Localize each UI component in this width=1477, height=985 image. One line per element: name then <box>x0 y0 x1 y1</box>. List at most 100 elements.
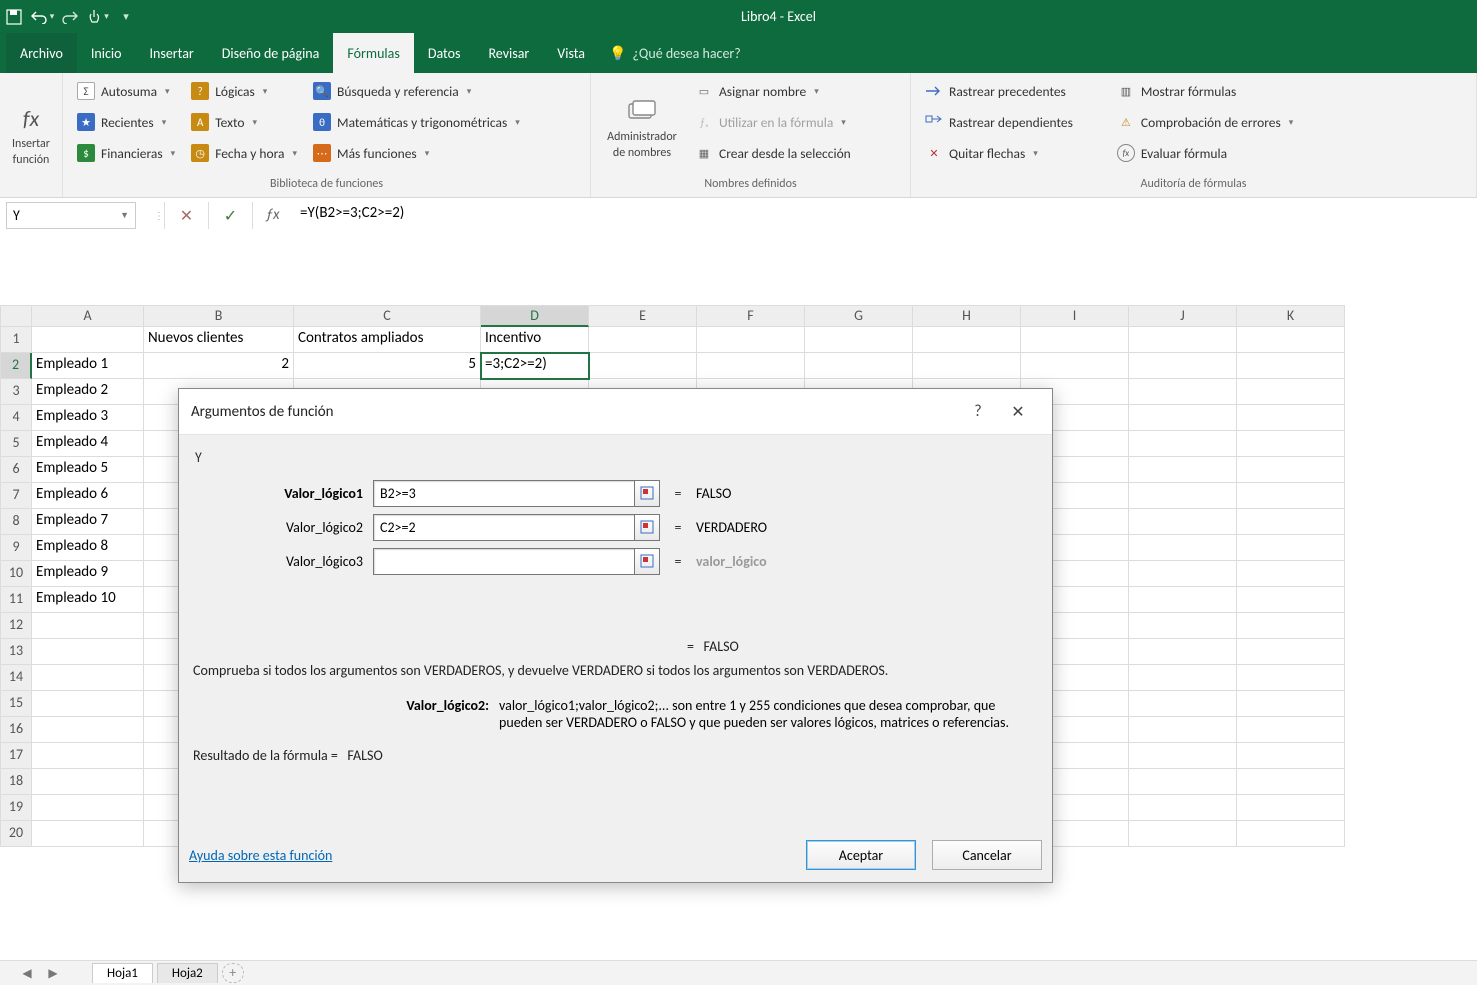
error-checking-button[interactable]: ⚠Comprobación de errores▾ <box>1111 108 1299 136</box>
insert-function-button[interactable]: fx Insertar función <box>8 77 54 188</box>
define-name-button[interactable]: ▭Asignar nombre▾ <box>689 77 857 105</box>
financial-button[interactable]: $Financieras▾ <box>71 139 181 167</box>
datetime-button[interactable]: ◷Fecha y hora▾ <box>185 139 303 167</box>
row-header-7[interactable]: 7 <box>0 483 32 509</box>
name-manager-button[interactable]: Administrador de nombres <box>599 77 685 174</box>
cell-A9[interactable]: Empleado 8 <box>32 535 144 561</box>
column-header-I[interactable]: I <box>1021 305 1129 327</box>
tab-home[interactable]: Inicio <box>77 33 136 73</box>
cell-A20[interactable] <box>32 821 144 847</box>
cell-J11[interactable] <box>1129 587 1237 613</box>
evaluate-formula-button[interactable]: fxEvaluar fórmula <box>1111 139 1299 167</box>
row-header-14[interactable]: 14 <box>0 665 32 691</box>
cell-F2[interactable] <box>697 353 805 379</box>
tab-data[interactable]: Datos <box>414 33 475 73</box>
row-header-8[interactable]: 8 <box>0 509 32 535</box>
sheet-tab-2[interactable]: Hoja2 <box>157 963 218 983</box>
undo-icon[interactable]: ▾ <box>28 3 56 31</box>
tab-file[interactable]: Archivo <box>6 33 77 73</box>
cell-I2[interactable] <box>1021 353 1129 379</box>
recent-button[interactable]: ★Recientes▾ <box>71 108 181 136</box>
cell-K8[interactable] <box>1237 509 1345 535</box>
column-header-J[interactable]: J <box>1129 305 1237 327</box>
cell-K4[interactable] <box>1237 405 1345 431</box>
arg1-refedit-button[interactable] <box>634 480 660 507</box>
column-header-E[interactable]: E <box>589 305 697 327</box>
cell-H2[interactable] <box>913 353 1021 379</box>
cell-K3[interactable] <box>1237 379 1345 405</box>
redo-icon[interactable] <box>56 3 84 31</box>
cell-K7[interactable] <box>1237 483 1345 509</box>
row-header-10[interactable]: 10 <box>0 561 32 587</box>
cell-D2[interactable]: =3;C2>=2) <box>481 353 589 379</box>
cell-A16[interactable] <box>32 717 144 743</box>
cell-C1[interactable]: Contratos ampliados <box>294 327 481 353</box>
cell-A7[interactable]: Empleado 6 <box>32 483 144 509</box>
column-header-H[interactable]: H <box>913 305 1021 327</box>
cell-J17[interactable] <box>1129 743 1237 769</box>
cell-J2[interactable] <box>1129 353 1237 379</box>
cell-K20[interactable] <box>1237 821 1345 847</box>
touch-mode-icon[interactable]: ▾ <box>84 3 112 31</box>
tab-view[interactable]: Vista <box>543 33 599 73</box>
cell-I1[interactable] <box>1021 327 1129 353</box>
cell-A14[interactable] <box>32 665 144 691</box>
cell-A15[interactable] <box>32 691 144 717</box>
arg2-input[interactable] <box>373 514 635 541</box>
arg3-refedit-button[interactable] <box>634 548 660 575</box>
cell-J10[interactable] <box>1129 561 1237 587</box>
cell-K17[interactable] <box>1237 743 1345 769</box>
row-header-9[interactable]: 9 <box>0 535 32 561</box>
cell-K5[interactable] <box>1237 431 1345 457</box>
column-header-B[interactable]: B <box>144 305 294 327</box>
row-header-15[interactable]: 15 <box>0 691 32 717</box>
close-icon[interactable]: ✕ <box>998 402 1038 422</box>
row-header-13[interactable]: 13 <box>0 639 32 665</box>
cancel-formula-button[interactable]: ✕ <box>164 202 208 229</box>
show-formulas-button[interactable]: ▥Mostrar fórmulas <box>1111 77 1299 105</box>
cell-A10[interactable]: Empleado 9 <box>32 561 144 587</box>
trace-dependents-button[interactable]: Rastrear dependientes <box>919 108 1079 136</box>
select-all-corner[interactable] <box>0 305 32 327</box>
fx-label-icon[interactable]: ƒx <box>252 202 292 229</box>
save-icon[interactable] <box>0 3 28 31</box>
arg2-refedit-button[interactable] <box>634 514 660 541</box>
cell-J12[interactable] <box>1129 613 1237 639</box>
cell-A18[interactable] <box>32 769 144 795</box>
row-header-1[interactable]: 1 <box>0 327 32 353</box>
cell-A6[interactable]: Empleado 5 <box>32 457 144 483</box>
arg3-input[interactable] <box>373 548 635 575</box>
cell-A1[interactable] <box>32 327 144 353</box>
cell-J1[interactable] <box>1129 327 1237 353</box>
row-header-5[interactable]: 5 <box>0 431 32 457</box>
cell-J8[interactable] <box>1129 509 1237 535</box>
column-header-D[interactable]: D <box>481 305 589 327</box>
cell-J13[interactable] <box>1129 639 1237 665</box>
row-header-18[interactable]: 18 <box>0 769 32 795</box>
cell-H1[interactable] <box>913 327 1021 353</box>
cell-J15[interactable] <box>1129 691 1237 717</box>
column-header-A[interactable]: A <box>32 305 144 327</box>
column-header-C[interactable]: C <box>294 305 481 327</box>
arg1-input[interactable] <box>373 480 635 507</box>
more-functions-button[interactable]: ⋯Más funciones▾ <box>307 139 526 167</box>
cell-K1[interactable] <box>1237 327 1345 353</box>
row-header-17[interactable]: 17 <box>0 743 32 769</box>
cell-K11[interactable] <box>1237 587 1345 613</box>
sheet-tab-1[interactable]: Hoja1 <box>92 963 153 983</box>
create-from-selection-button[interactable]: ▦Crear desde la selección <box>689 139 857 167</box>
sheet-nav-next[interactable]: ▶ <box>42 966 64 981</box>
cell-J6[interactable] <box>1129 457 1237 483</box>
accept-formula-button[interactable]: ✓ <box>208 202 252 229</box>
row-header-11[interactable]: 11 <box>0 587 32 613</box>
customize-qat-icon[interactable]: ▾ <box>112 3 140 31</box>
row-header-3[interactable]: 3 <box>0 379 32 405</box>
logical-button[interactable]: ?Lógicas▾ <box>185 77 303 105</box>
trace-precedents-button[interactable]: Rastrear precedentes <box>919 77 1079 105</box>
cell-J14[interactable] <box>1129 665 1237 691</box>
row-header-19[interactable]: 19 <box>0 795 32 821</box>
cell-J5[interactable] <box>1129 431 1237 457</box>
formula-input[interactable]: =Y(B2>=3;C2>=2) <box>292 202 1469 229</box>
cell-K19[interactable] <box>1237 795 1345 821</box>
cell-A4[interactable]: Empleado 3 <box>32 405 144 431</box>
